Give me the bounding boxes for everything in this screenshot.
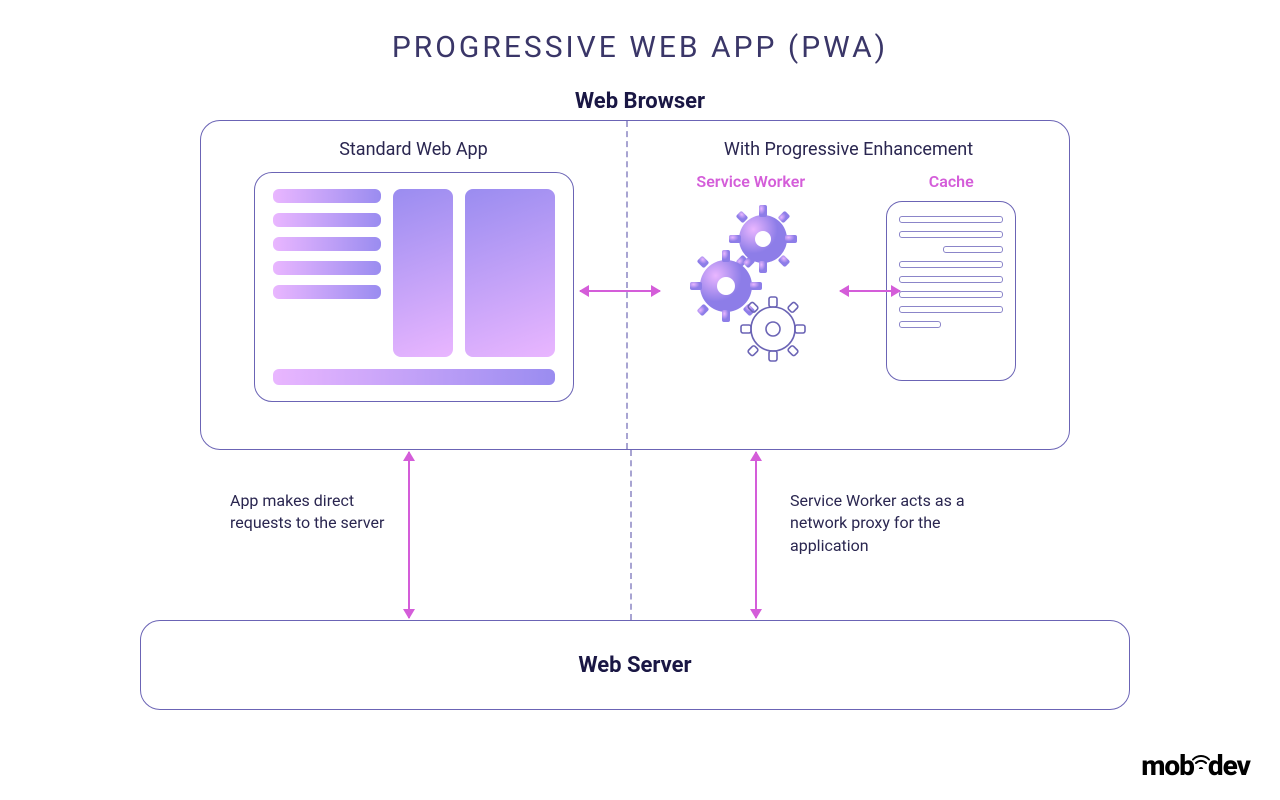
wifi-icon bbox=[1192, 743, 1210, 776]
webapp-wireframe-card bbox=[254, 172, 574, 402]
arrow-webapp-to-serviceworker bbox=[580, 290, 660, 292]
wireframe-bar bbox=[273, 237, 381, 251]
logo-text-part1: mob bbox=[1141, 749, 1194, 782]
gears-icon bbox=[681, 201, 821, 371]
wireframe-bar bbox=[273, 261, 381, 275]
service-worker-label: Service Worker bbox=[696, 172, 805, 191]
cache-group: Cache bbox=[886, 172, 1016, 381]
wireframe-bar bbox=[273, 369, 555, 385]
cache-label: Cache bbox=[929, 172, 974, 191]
standard-webapp-column: Standard Web App bbox=[201, 121, 626, 449]
note-network-proxy: Service Worker acts as a network proxy f… bbox=[790, 490, 1010, 557]
web-server-label: Web Server bbox=[578, 653, 691, 678]
arrow-serviceworker-to-cache bbox=[840, 290, 900, 292]
mobidev-logo: mobdev bbox=[1141, 749, 1250, 782]
progressive-enhancement-heading: With Progressive Enhancement bbox=[648, 139, 1049, 160]
note-direct-requests: App makes direct requests to the server bbox=[230, 490, 390, 535]
logo-text-part2: dev bbox=[1208, 749, 1250, 782]
wireframe-bar bbox=[273, 189, 381, 203]
arrow-webapp-to-server bbox=[408, 452, 410, 618]
arrow-serviceworker-to-server bbox=[755, 452, 757, 618]
web-browser-container: Standard Web App With Progressive Enhanc… bbox=[200, 120, 1070, 450]
wireframe-block bbox=[465, 189, 555, 357]
wireframe-block bbox=[393, 189, 453, 357]
service-worker-group: Service Worker bbox=[681, 172, 821, 371]
wireframe-lines bbox=[273, 189, 381, 357]
vertical-divider-extension bbox=[630, 450, 632, 620]
standard-webapp-heading: Standard Web App bbox=[223, 139, 604, 160]
web-browser-label: Web Browser bbox=[0, 89, 1280, 114]
cache-card-icon bbox=[886, 201, 1016, 381]
web-server-container: Web Server bbox=[140, 620, 1130, 710]
diagram-title: PROGRESSIVE WEB APP (PWA) bbox=[0, 0, 1280, 65]
wireframe-bar bbox=[273, 285, 381, 299]
wireframe-bar bbox=[273, 213, 381, 227]
